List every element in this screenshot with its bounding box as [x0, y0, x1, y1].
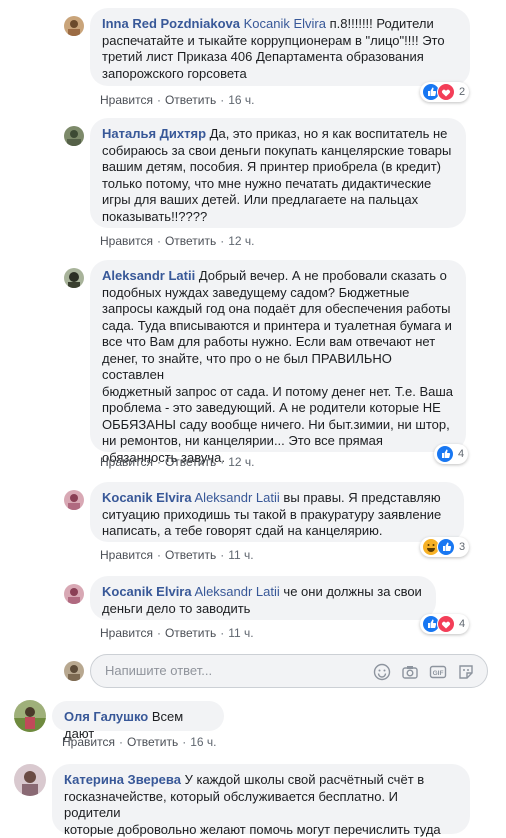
like-link[interactable]: Нравится [100, 455, 153, 469]
like-icon [436, 445, 454, 463]
reply-input[interactable] [103, 662, 357, 679]
comment-text-line: вашим детям, пособия. Я принтер приобрел… [102, 159, 441, 174]
comment-actions: Нравится · Ответить · 16 ч. [100, 93, 255, 107]
love-icon [437, 83, 455, 101]
emoji-icon[interactable] [373, 663, 391, 681]
comment-text-line: третий лист Приказа 406 Департамента обр… [102, 49, 424, 64]
avatar[interactable] [14, 700, 46, 732]
avatar[interactable] [64, 126, 84, 146]
comment-author[interactable]: Kocanik Elvira [102, 490, 192, 505]
camera-icon[interactable] [401, 663, 419, 681]
comment-author[interactable]: Kocanik Elvira [102, 584, 192, 599]
comment-text-line: только потому, что мне нужно печатать ди… [102, 175, 432, 191]
avatar[interactable] [64, 584, 84, 604]
avatar[interactable] [64, 268, 84, 288]
comment-text-line: собираюсь за свои деньги покупать канцел… [102, 142, 452, 158]
reaction-summary[interactable]: 4 [434, 444, 469, 464]
comment-mention[interactable]: Kocanik Elvira [244, 16, 326, 31]
comment-actions: Нравится · Ответить · 11 ч. [100, 548, 254, 562]
comment-bubble: Катерина Зверева У каждой школы свой рас… [52, 764, 470, 837]
comment-bubble: Aleksandr Latii Добрый вечер. А не пробо… [90, 260, 466, 465]
comment-text-line: ОББЯЗАНЫ саду вообще ничего. Ни быт.зими… [102, 416, 450, 432]
comment-author[interactable]: Катерина Зверева [64, 772, 181, 787]
comment-time[interactable]: 16 ч. [228, 93, 254, 107]
comment-text-line: показывать!!???? [102, 208, 208, 224]
reaction-count: 2 [459, 86, 466, 98]
reaction-count: 4 [459, 618, 466, 630]
comment-author[interactable]: Inna Red Pozdniakova [102, 16, 240, 31]
comment-time[interactable]: 11 ч. [228, 548, 253, 562]
comment-text-line: сада. Туда вписываются и принтера и туал… [102, 317, 452, 333]
like-link[interactable]: Нравится [100, 626, 153, 640]
like-link[interactable]: Нравится [62, 735, 115, 749]
comment-text-line: проблема - это заведующий. А не родители… [102, 400, 441, 415]
reaction-count: 4 [458, 448, 465, 460]
comment-text-line: которые добровольно желают помочь могут … [64, 821, 441, 837]
comment-text-line: Добрый вечер. А не пробовали сказать о [198, 268, 447, 283]
reply-link[interactable]: Ответить [165, 455, 216, 469]
comment-bubble: Kocanik Elvira Aleksandr Latii че они до… [90, 576, 436, 620]
comment-text-line: запорожского горсовета [102, 65, 247, 81]
comment-time[interactable]: 12 ч. [228, 455, 254, 469]
comment-text-line: деньги дело то заводить [102, 600, 251, 616]
comment-actions: Нравится · Ответить · 12 ч. [100, 234, 255, 248]
avatar[interactable] [64, 16, 84, 36]
comment-bubble: Kocanik Elvira Aleksandr Latii вы правы.… [90, 482, 464, 542]
reply-link[interactable]: Ответить [165, 548, 216, 562]
reaction-summary[interactable]: 4 [420, 614, 470, 634]
comment-text-line: ни ремонтов, ни канцелярии... Это все пр… [102, 433, 383, 448]
comment-text-line: запросы каждый год она подаёт для обеспе… [102, 301, 451, 316]
like-icon [437, 538, 455, 556]
like-link[interactable]: Нравится [100, 234, 153, 248]
comment-text-line: бюджетный запрос от сада. И потому денег… [102, 383, 454, 399]
comment-actions: Нравится · Ответить · 16 ч. [62, 735, 217, 749]
comment-text-line: госказначействе, который обслуживается б… [64, 788, 399, 821]
comment-text-line: распечатайте и тыкайте коррупционерам в … [102, 32, 445, 48]
comment-text-line: п.8!!!!!!! Родители [329, 16, 434, 31]
comment-text-line: ситуацию приходишь ты такой в пракуратур… [102, 506, 442, 522]
reaction-summary[interactable]: 2 [420, 82, 470, 102]
avatar[interactable] [14, 764, 46, 796]
reply-box[interactable]: GIF [90, 654, 488, 688]
comment-bubble: Inna Red Pozdniakova Kocanik Elvira п.8!… [90, 8, 470, 86]
gif-icon[interactable]: GIF [429, 663, 447, 681]
reply-link[interactable]: Ответить [165, 93, 216, 107]
sticker-icon[interactable] [457, 663, 475, 681]
comment-text-line: вы правы. Я представляю [283, 490, 441, 505]
comment-mention[interactable]: Aleksandr Latii [195, 584, 280, 599]
avatar[interactable] [64, 490, 84, 510]
reply-link[interactable]: Ответить [165, 234, 216, 248]
love-icon [437, 615, 455, 633]
svg-text:GIF: GIF [433, 670, 444, 677]
comment-author[interactable]: Aleksandr Latii [102, 268, 195, 283]
comment-text-line: подобных нуждах заведущему садом? Бюджет… [102, 284, 410, 300]
reply-link[interactable]: Ответить [127, 735, 178, 749]
comment-time[interactable]: 11 ч. [228, 626, 253, 640]
comment-bubble: Оля Галушко Всем дают [52, 701, 224, 741]
comment-text-line: че они должны за свои [283, 584, 422, 599]
like-link[interactable]: Нравится [100, 548, 153, 562]
comment-text-line: все что Вам для работы нужно. Если вам о… [102, 334, 436, 349]
like-link[interactable]: Нравится [100, 93, 153, 107]
comment-time[interactable]: 12 ч. [228, 234, 254, 248]
comment-mention[interactable]: Aleksandr Latii [195, 490, 280, 505]
reaction-count: 3 [459, 541, 466, 553]
comment-time[interactable]: 16 ч. [190, 735, 216, 749]
reaction-summary[interactable]: 3 [420, 537, 470, 557]
reply-link[interactable]: Ответить [165, 626, 216, 640]
current-user-avatar [64, 661, 84, 681]
comment-actions: Нравится · Ответить · 12 ч. [100, 455, 255, 469]
comment-text-line: У каждой школы свой расчётный счёт в [184, 772, 425, 787]
comment-text-line: игры для ваших детей. Или предлагаете на… [102, 192, 419, 207]
comment-text-line: Да, это приказ, но я как воспитатель не [209, 126, 448, 141]
comment-author[interactable]: Наталья Дихтяр [102, 126, 206, 141]
comment-text-line: денег, то знайте, что про о не был ПРАВИ… [102, 350, 392, 383]
comment-actions: Нравится · Ответить · 11 ч. [100, 626, 254, 640]
comment-text-line: написать, а тебе говорят сдай на канцеля… [102, 523, 383, 538]
comment-bubble: Наталья Дихтяр Да, это приказ, но я как … [90, 118, 466, 228]
comment-author[interactable]: Оля Галушко [64, 709, 148, 724]
